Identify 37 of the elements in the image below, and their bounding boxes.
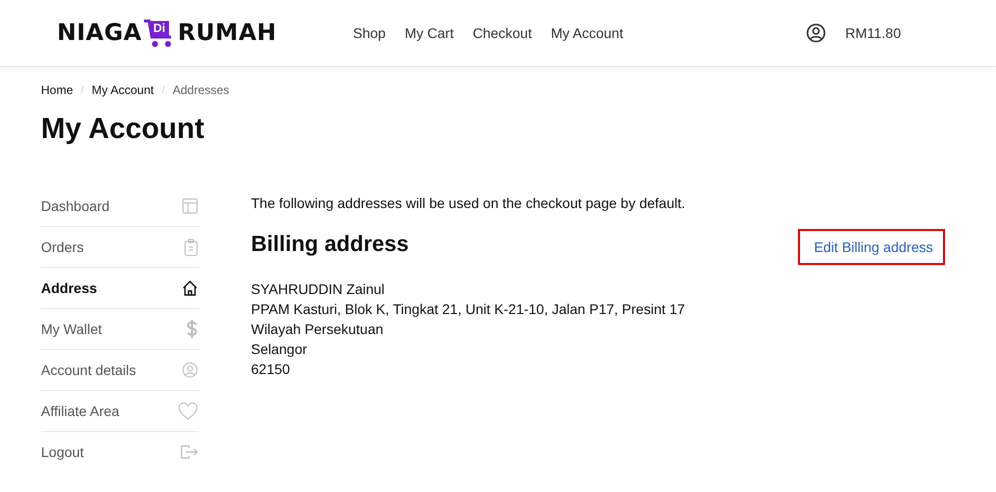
sidebar-item[interactable]: Address	[41, 268, 199, 309]
address-line: 62150	[251, 360, 291, 379]
nav-link[interactable]: My Account	[550, 25, 624, 41]
user-icon	[182, 362, 198, 378]
section-title: Billing address	[251, 231, 409, 257]
sidebar-item[interactable]: Affiliate Area	[41, 391, 199, 432]
address-line: PPAM Kasturi, Blok K, Tingkat 21, Unit K-21-10, Jalan P17, Presint 17	[251, 300, 686, 319]
page-title: My Account	[41, 113, 206, 146]
sidebar-item[interactable]: Logout	[41, 432, 199, 472]
address-line: Selangor	[251, 340, 308, 359]
sidebar-item[interactable]: My Wallet	[41, 309, 199, 350]
sidebar-item[interactable]: Orders	[41, 227, 199, 268]
dollar-icon	[186, 319, 198, 339]
breadcrumb-separator: /	[162, 84, 165, 96]
edit-link[interactable]: Edit Billing address	[798, 229, 945, 265]
sidebar-item[interactable]: Account details	[41, 350, 199, 391]
logo-text[interactable]: RUMAH	[178, 20, 277, 46]
account-icon[interactable]	[806, 23, 826, 43]
layout-icon	[182, 198, 198, 214]
address-line: SYAHRUDDIN Zainul	[251, 280, 386, 299]
address-line: Wilayah Persekutuan	[251, 320, 384, 339]
current-page-text: Addresses	[172, 83, 230, 97]
heart-icon	[178, 402, 198, 420]
home-icon	[182, 280, 198, 296]
logo-text[interactable]: Di	[150, 21, 169, 36]
nav-link[interactable]: Checkout	[472, 25, 532, 41]
nav-link[interactable]: Shop	[353, 25, 386, 41]
clipboard-icon	[184, 238, 198, 256]
nav-link[interactable]: My Cart	[404, 25, 454, 41]
logo-text[interactable]: NIAGA	[57, 20, 142, 46]
breadcrumb-separator: /	[81, 84, 84, 96]
breadcrumb-link[interactable]: My Account	[92, 83, 154, 97]
logout-icon	[180, 444, 198, 460]
breadcrumb-link[interactable]: Home	[41, 83, 74, 97]
sidebar-item[interactable]: Dashboard	[41, 186, 199, 227]
intro-text: The following addresses will be used on the checkout page by default.	[251, 195, 686, 211]
cart-total[interactable]: RM11.80	[845, 25, 901, 41]
